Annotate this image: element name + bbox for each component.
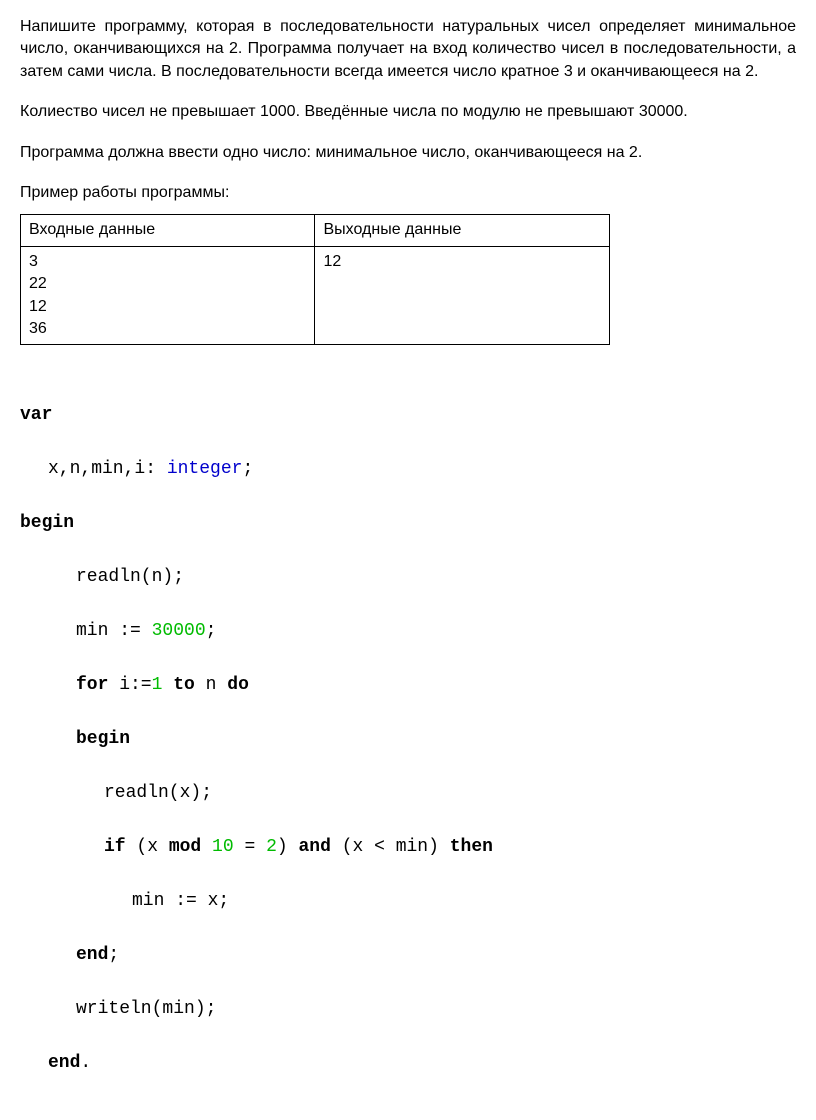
kw-then: then bbox=[450, 837, 493, 857]
kw-and: and bbox=[298, 837, 330, 857]
code-readln-x: readln(x); bbox=[104, 783, 212, 803]
code-min-post: ; bbox=[206, 621, 217, 641]
kw-begin: begin bbox=[20, 513, 74, 533]
output-data-cell: 12 bbox=[315, 246, 610, 345]
header-output: Выходные данные bbox=[315, 215, 610, 246]
code-end1-post: ; bbox=[108, 945, 119, 965]
problem-paragraph-1: Напишите программу, которая в последоват… bbox=[20, 16, 796, 83]
code-type-integer: integer bbox=[167, 459, 243, 479]
code-end2-post: . bbox=[80, 1053, 91, 1073]
code-num-10: 10 bbox=[212, 837, 234, 857]
code-block: var x,n,min,i: integer; begin readln(n);… bbox=[20, 375, 796, 1104]
example-table: Входные данные Выходные данные 3 22 12 3… bbox=[20, 214, 610, 345]
code-min-assign: min := x; bbox=[132, 891, 229, 911]
code-if-mid4: ) bbox=[277, 837, 299, 857]
code-num-30000: 30000 bbox=[152, 621, 206, 641]
code-if-mid2 bbox=[201, 837, 212, 857]
kw-end-inner: end bbox=[76, 945, 108, 965]
problem-paragraph-2: Колиество чисел не превышает 1000. Введё… bbox=[20, 101, 796, 123]
code-num-1: 1 bbox=[152, 675, 163, 695]
kw-end: end bbox=[48, 1053, 80, 1073]
header-input: Входные данные bbox=[21, 215, 315, 246]
code-for-mid2 bbox=[162, 675, 173, 695]
code-if-mid3: = bbox=[234, 837, 266, 857]
code-decl-pre: x,n,min,i: bbox=[48, 459, 167, 479]
input-data-cell: 3 22 12 36 bbox=[21, 246, 315, 345]
code-if-mid5: (x < min) bbox=[331, 837, 450, 857]
code-num-2: 2 bbox=[266, 837, 277, 857]
code-min-pre: min := bbox=[76, 621, 152, 641]
table-header-row: Входные данные Выходные данные bbox=[21, 215, 610, 246]
kw-to: to bbox=[173, 675, 195, 695]
problem-paragraph-3: Программа должна ввести одно число: мини… bbox=[20, 142, 796, 164]
code-writeln: writeln(min); bbox=[76, 999, 216, 1019]
code-for-mid3: n bbox=[195, 675, 227, 695]
code-decl-post: ; bbox=[242, 459, 253, 479]
code-if-mid1: (x bbox=[126, 837, 169, 857]
kw-do: do bbox=[227, 675, 249, 695]
table-data-row: 3 22 12 36 12 bbox=[21, 246, 610, 345]
code-for-mid1: i:= bbox=[108, 675, 151, 695]
kw-mod: mod bbox=[169, 837, 201, 857]
kw-var: var bbox=[20, 405, 52, 425]
code-readln-n: readln(n); bbox=[76, 567, 184, 587]
example-label: Пример работы программы: bbox=[20, 182, 796, 204]
kw-for: for bbox=[76, 675, 108, 695]
kw-begin-inner: begin bbox=[76, 729, 130, 749]
kw-if: if bbox=[104, 837, 126, 857]
